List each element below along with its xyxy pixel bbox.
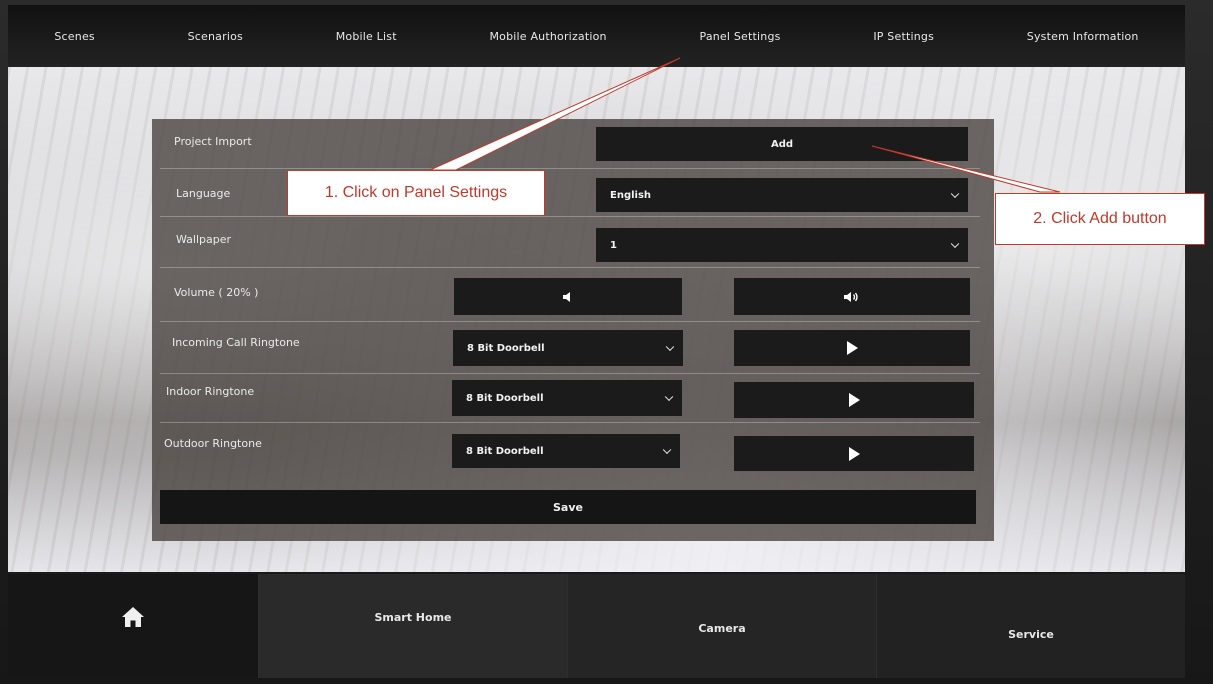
annotation-step1: 1. Click on Panel Settings bbox=[287, 170, 545, 216]
annotation-step2: 2. Click Add button bbox=[995, 193, 1205, 245]
arrow-to-add-button bbox=[871, 145, 1061, 193]
annotation-step1-text: 1. Click on Panel Settings bbox=[324, 184, 508, 201]
arrow-to-panel-settings bbox=[429, 57, 681, 171]
device-frame: Scenes Scenarios Mobile List Mobile Auth… bbox=[0, 0, 1213, 684]
annotation-arrows bbox=[429, 57, 1061, 193]
annotation-step2-text: 2. Click Add button bbox=[1033, 210, 1167, 227]
